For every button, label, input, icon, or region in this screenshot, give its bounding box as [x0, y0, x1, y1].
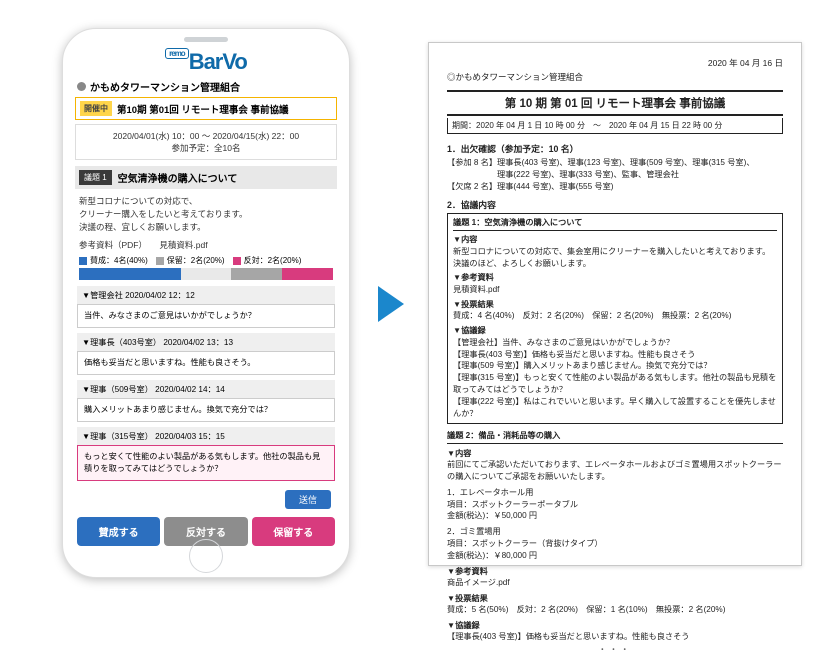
doc-association: ◎かもめタワーマンション管理組合	[447, 71, 783, 83]
doc-title: 第 10 期 第 01 回 リモート理事会 事前協議	[447, 90, 783, 116]
document-page: 2020 年 04 月 16 日 ◎かもめタワーマンション管理組合 第 10 期…	[428, 42, 802, 566]
vote-legend: 賛成：4名(40%) 保留：2名(20%) 反対：2名(20%)	[73, 255, 339, 268]
comment: ▼管理会社 2020/04/02 12：12 当件、みなさまのご意見はいかがでし…	[77, 286, 335, 328]
meeting-header: 開催中 第10期 第01回 リモート理事会 事前協議	[75, 97, 337, 120]
send-row: 送信	[73, 486, 339, 515]
arrow-icon	[378, 286, 404, 322]
aye-button[interactable]: 賛成する	[77, 517, 160, 546]
topic-body: 新型コロナについての対応で、 クリーナー購入をしたいと考えております。 決議の程…	[73, 193, 339, 237]
vote-bar	[79, 268, 333, 280]
association-row: かもめタワーマンション管理組合	[73, 78, 339, 97]
sec-discussion: 2．協議内容	[447, 198, 783, 211]
ellipsis: ・・・	[447, 643, 783, 655]
speaker	[184, 37, 228, 42]
app-screen: remoBarVo かもめタワーマンション管理組合 開催中 第10期 第01回 …	[73, 47, 339, 563]
bullet-icon	[77, 82, 86, 91]
reference-row: 参考資料（PDF） 見積資料.pdf	[73, 237, 339, 255]
topic-header: 議題 1 空気清浄機の購入について	[75, 166, 337, 189]
comment: ▼理事長（403号室） 2020/04/02 13：13 価格も妥当だと思います…	[77, 333, 335, 375]
schedule-range: 2020/04/01(水) 10：00 ～ 2020/04/15(水) 22：0…	[80, 130, 332, 142]
sec-attendance: 1．出欠確認（参加予定：10 名）	[447, 142, 783, 155]
bar-hold	[231, 268, 282, 280]
topic1-box: 議題 1：空気清浄機の購入について ▼内容 新型コロナについての対応で、集会室用…	[447, 213, 783, 424]
status-badge: 開催中	[80, 101, 112, 116]
app-logo: remoBarVo	[165, 49, 247, 74]
meeting-title: 第10期 第01回 リモート理事会 事前協議	[117, 102, 289, 116]
schedule-box: 2020/04/01(水) 10：00 ～ 2020/04/15(水) 22：0…	[75, 124, 337, 160]
logo-row: remoBarVo	[73, 47, 339, 78]
doc-period: 期間：2020 年 04 月 1 日 10 時 00 分 ～ 2020 年 04…	[447, 118, 783, 134]
comments: ▼管理会社 2020/04/02 12：12 当件、みなさまのご意見はいかがでし…	[77, 286, 335, 485]
phone-mock: remoBarVo かもめタワーマンション管理組合 開催中 第10期 第01回 …	[62, 28, 350, 578]
topic2-head: 議題 2：備品・消耗品等の購入	[447, 427, 783, 444]
schedule-participants: 参加予定：全10名	[80, 142, 332, 154]
send-button[interactable]: 送信	[285, 490, 331, 509]
comment: ▼理事（509号室） 2020/04/02 14：14 購入メリットあまり感じま…	[77, 380, 335, 422]
hold-button[interactable]: 保留する	[252, 517, 335, 546]
association-name: かもめタワーマンション管理組合	[90, 79, 240, 94]
ref-label: 参考資料（PDF）	[79, 240, 147, 250]
topic-num: 議題 1	[79, 170, 112, 185]
ref-file[interactable]: 見積資料.pdf	[159, 240, 207, 250]
home-button[interactable]	[189, 539, 223, 573]
bar-nay	[282, 268, 333, 280]
bar-none	[181, 268, 232, 280]
comment-mine: ▼理事（315号室） 2020/04/03 15：15 もっと安くて性能のよい製…	[77, 427, 335, 481]
doc-date: 2020 年 04 月 16 日	[447, 57, 783, 69]
topic-title: 空気清浄機の購入について	[118, 170, 238, 185]
bar-aye	[79, 268, 181, 280]
